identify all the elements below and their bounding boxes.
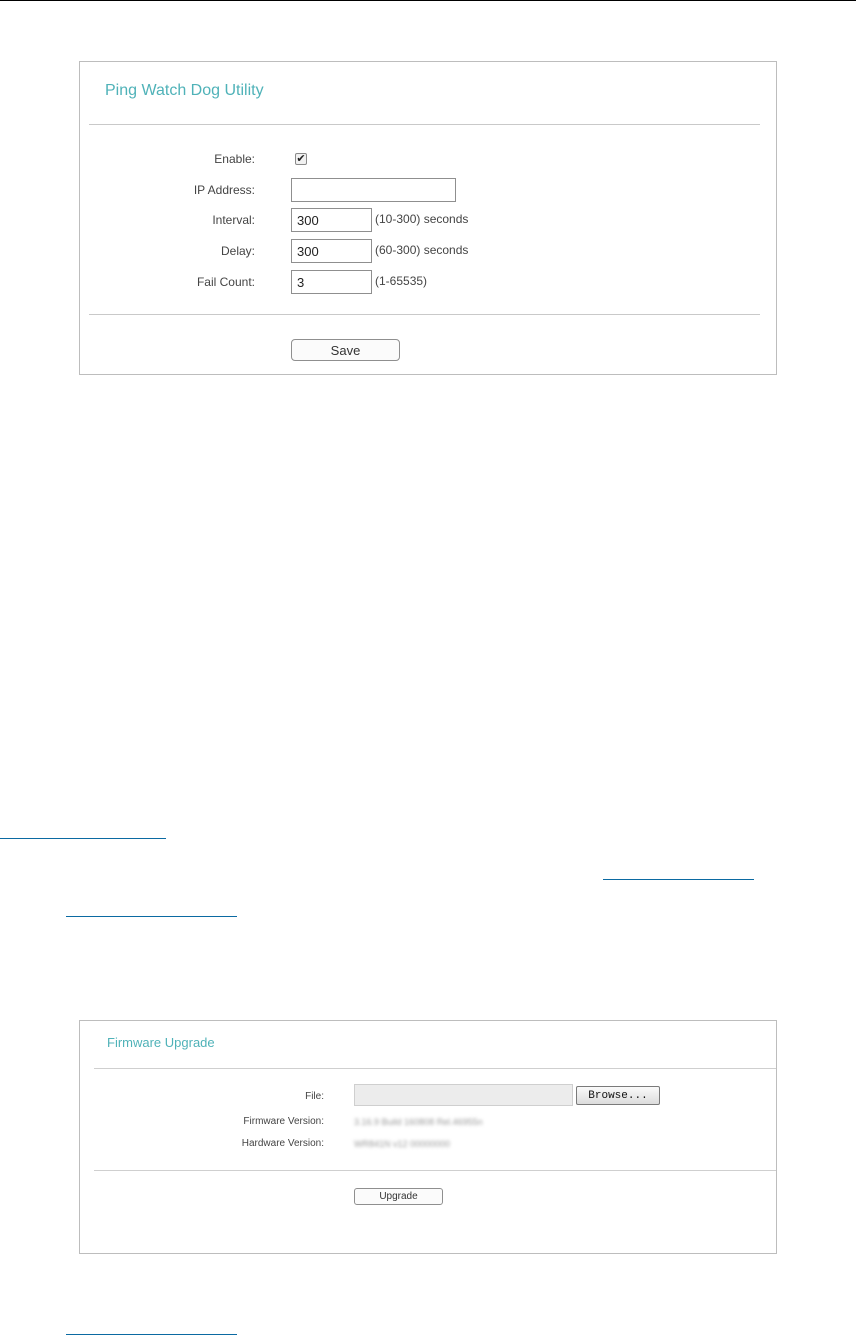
divider <box>94 1170 776 1171</box>
delay-hint: (60-300) seconds <box>375 243 469 257</box>
fail-count-row: Fail Count: (1-65535) <box>80 270 776 294</box>
save-button[interactable]: Save <box>291 339 400 361</box>
link-underline[interactable] <box>603 879 754 880</box>
ip-address-input[interactable] <box>291 178 456 202</box>
hardware-version-label: Hardware Version: <box>241 1138 324 1149</box>
link-underline[interactable] <box>0 838 166 839</box>
interval-row: Interval: (10-300) seconds <box>80 208 776 232</box>
upgrade-button[interactable]: Upgrade <box>354 1188 443 1205</box>
enable-row: Enable: ✔ <box>80 147 776 171</box>
delay-input[interactable] <box>291 239 372 263</box>
file-label: File: <box>305 1091 324 1102</box>
firmware-upgrade-panel: Firmware Upgrade File: Browse... Firmwar… <box>79 1020 777 1254</box>
top-rule <box>0 0 856 1</box>
firmware-version-value: 3.16.9 Build 160808 Rel.46955n <box>354 1117 483 1127</box>
browse-button[interactable]: Browse... <box>576 1086 660 1105</box>
firmware-version-label: Firmware Version: <box>243 1116 324 1127</box>
panel-title: Firmware Upgrade <box>107 1035 215 1050</box>
ping-watchdog-panel: Ping Watch Dog Utility Enable: ✔ IP Addr… <box>79 61 777 375</box>
divider <box>89 314 760 315</box>
enable-label: Enable: <box>214 152 255 166</box>
file-path-field[interactable] <box>354 1084 573 1106</box>
fail-count-label: Fail Count: <box>196 275 255 289</box>
divider <box>94 1068 776 1069</box>
fail-count-hint: (1-65535) <box>375 274 428 288</box>
enable-checkbox[interactable]: ✔ <box>295 153 307 165</box>
link-underline[interactable] <box>66 916 237 917</box>
interval-input[interactable] <box>291 208 372 232</box>
delay-row: Delay: (60-300) seconds <box>80 239 776 263</box>
link-underline[interactable] <box>66 1334 237 1335</box>
interval-hint: (10-300) seconds <box>375 212 469 226</box>
ip-address-label: IP Address: <box>193 183 255 197</box>
divider <box>89 124 760 125</box>
panel-title: Ping Watch Dog Utility <box>105 82 264 99</box>
hardware-version-value: WR841N v12 00000000 <box>354 1139 451 1149</box>
interval-label: Interval: <box>212 213 255 227</box>
delay-label: Delay: <box>220 244 255 258</box>
ip-address-row: IP Address: <box>80 178 776 202</box>
fail-count-input[interactable] <box>291 270 372 294</box>
